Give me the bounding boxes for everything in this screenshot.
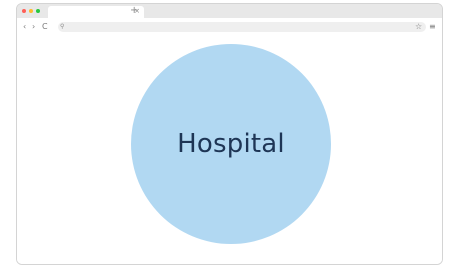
bookmark-star-icon[interactable]: ☆ xyxy=(415,22,422,32)
new-tab-icon[interactable]: + xyxy=(130,4,138,18)
forward-icon[interactable]: › xyxy=(32,22,35,32)
minimize-window-icon[interactable] xyxy=(29,9,33,13)
title-bar: × + xyxy=(17,4,442,18)
maximize-window-icon[interactable] xyxy=(36,9,40,13)
search-icon: ⚲ xyxy=(60,23,65,30)
menu-icon[interactable]: ≡ xyxy=(429,22,436,32)
browser-window: × + ‹ › C ⚲ ☆ ≡ Hospital xyxy=(16,3,443,265)
close-window-icon[interactable] xyxy=(22,9,26,13)
back-icon[interactable]: ‹ xyxy=(23,22,26,32)
reload-icon[interactable]: C xyxy=(42,22,48,32)
browser-toolbar: ‹ › C ⚲ ☆ ≡ xyxy=(17,18,442,37)
circle-label: Hospital xyxy=(177,129,285,159)
address-bar[interactable]: ⚲ xyxy=(58,22,426,32)
hospital-circle: Hospital xyxy=(131,44,331,244)
page-content: Hospital xyxy=(17,37,442,264)
